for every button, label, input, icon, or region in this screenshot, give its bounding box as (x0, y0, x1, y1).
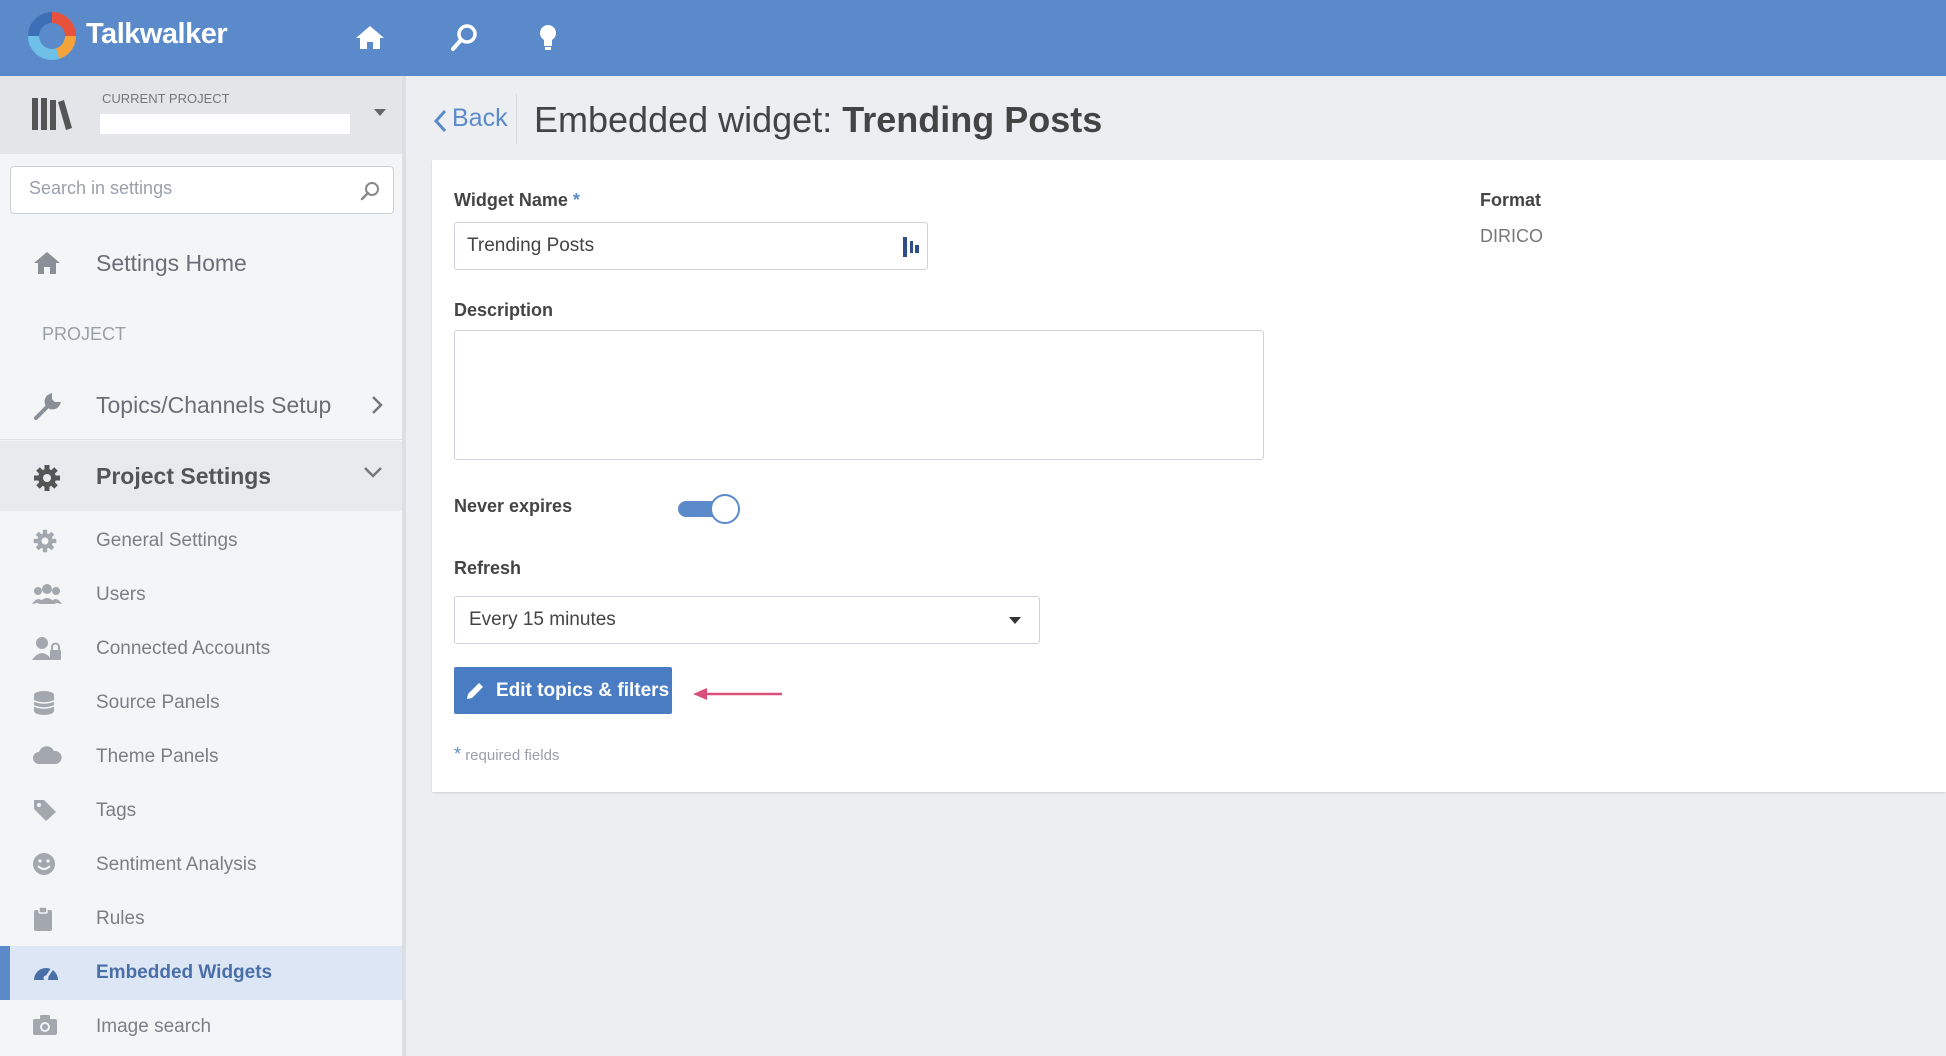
widget-form-card: Widget Name * Description Never expires … (432, 160, 1946, 792)
required-note-text: required fields (465, 747, 560, 764)
lightbulb-icon[interactable] (528, 18, 568, 58)
sidebar-item-tags[interactable]: Tags (0, 784, 402, 838)
settings-search-input[interactable] (29, 178, 349, 199)
pencil-icon (467, 683, 483, 699)
talkwalker-logo-icon[interactable] (28, 12, 76, 60)
sidebar-item-connected-accounts[interactable]: Connected Accounts (0, 622, 402, 676)
clipboard-icon (34, 906, 52, 931)
caret-down-icon (1009, 617, 1021, 624)
top-bar: Talkwalker (0, 0, 1946, 76)
annotation-arrow-icon (693, 688, 782, 700)
sidebar-item-embedded-widgets[interactable]: Embedded Widgets (0, 946, 402, 1000)
current-project-selector[interactable]: CURRENT PROJECT (0, 76, 402, 154)
required-fields-note: * required fields (454, 744, 559, 765)
sidebar-item-general-settings[interactable]: General Settings (0, 514, 402, 568)
library-icon (32, 98, 72, 130)
gear-icon (34, 465, 60, 491)
sidebar-item-sentiment-analysis[interactable]: Sentiment Analysis (0, 838, 402, 892)
dashboard-icon (34, 968, 58, 981)
sidebar-item-project-settings[interactable]: Project Settings (0, 441, 402, 511)
sidebar-item-label: Tags (96, 800, 137, 821)
home-icon (34, 252, 60, 274)
sidebar-item-label: Settings Home (96, 250, 247, 276)
required-star: * (454, 744, 462, 764)
cloud-icon (33, 746, 62, 764)
edit-topics-filters-button[interactable]: Edit topics & filters (454, 667, 672, 714)
camera-icon (33, 1015, 57, 1035)
sidebar-item-topics-channels-setup[interactable]: Topics/Channels Setup (0, 370, 402, 440)
format-value: DIRICO (1480, 226, 1543, 246)
sidebar-item-source-panels[interactable]: Source Panels (0, 676, 402, 730)
refresh-select[interactable]: Every 15 minutes (454, 596, 1040, 644)
sidebar-item-label: Topics/Channels Setup (96, 392, 332, 418)
header-divider (516, 94, 517, 144)
sidebar-item-label: Sentiment Analysis (96, 854, 257, 875)
sidebar-item-label: Connected Accounts (96, 638, 271, 659)
required-star: * (572, 190, 580, 210)
page-title: Embedded widget: Trending Posts (534, 99, 1102, 141)
sidebar-item-label: Project Settings (96, 463, 272, 489)
sidebar-item-rules[interactable]: Rules (0, 892, 402, 946)
refresh-selected-value: Every 15 minutes (469, 609, 616, 630)
brand-name[interactable]: Talkwalker (86, 18, 228, 51)
widget-name-input[interactable] (467, 235, 887, 257)
format-label: Format (1480, 190, 1542, 210)
edit-topics-filters-label: Edit topics & filters (496, 680, 670, 701)
sidebar-item-label: Image search (96, 1016, 212, 1037)
chevron-down-icon (364, 467, 382, 478)
page-title-prefix: Embedded widget: (534, 99, 843, 140)
sidebar-item-users[interactable]: Users (0, 568, 402, 622)
chevron-left-icon[interactable] (432, 108, 448, 134)
section-heading-project: PROJECT (42, 324, 127, 344)
page-title-widget-name: Trending Posts (842, 99, 1103, 140)
chevron-right-icon (372, 396, 383, 414)
translate-tool-icon[interactable] (901, 235, 921, 259)
description-textarea[interactable] (454, 330, 1264, 460)
never-expires-toggle[interactable] (678, 494, 740, 524)
sidebar-item-theme-panels[interactable]: Theme Panels (0, 730, 402, 784)
sidebar-item-label: General Settings (96, 530, 238, 551)
chevron-down-icon[interactable] (374, 109, 386, 116)
settings-sidebar: CURRENT PROJECT Settings Home PROJECT To… (0, 76, 406, 1056)
widget-name-field[interactable] (454, 222, 928, 270)
sidebar-item-label: Source Panels (96, 692, 220, 713)
gear-icon (33, 529, 57, 553)
search-icon[interactable] (444, 18, 484, 58)
current-project-name (100, 114, 350, 134)
current-project-label: CURRENT PROJECT (102, 91, 230, 106)
never-expires-label: Never expires (454, 496, 573, 516)
tag-icon (34, 800, 56, 821)
sidebar-item-label: Users (96, 584, 146, 605)
sidebar-item-settings-home[interactable]: Settings Home (0, 228, 402, 298)
users-icon (32, 584, 62, 604)
widget-name-label-text: Widget Name (454, 190, 568, 210)
back-link[interactable]: Back (452, 104, 508, 133)
database-icon (33, 691, 55, 715)
description-label: Description (454, 300, 554, 320)
wrench-icon (34, 392, 62, 420)
sidebar-item-label: Rules (96, 908, 145, 929)
home-icon[interactable] (350, 18, 390, 58)
toggle-knob (710, 494, 740, 524)
settings-search[interactable] (10, 166, 394, 214)
refresh-label: Refresh (454, 558, 522, 578)
connected-accounts-icon (32, 637, 61, 660)
sidebar-item-label: Embedded Widgets (96, 962, 273, 983)
sidebar-item-image-search[interactable]: Image search (0, 1000, 402, 1054)
sidebar-item-label: Theme Panels (96, 746, 219, 767)
widget-name-label: Widget Name * (454, 190, 580, 211)
search-icon[interactable] (359, 180, 381, 202)
smiley-icon (33, 853, 55, 875)
